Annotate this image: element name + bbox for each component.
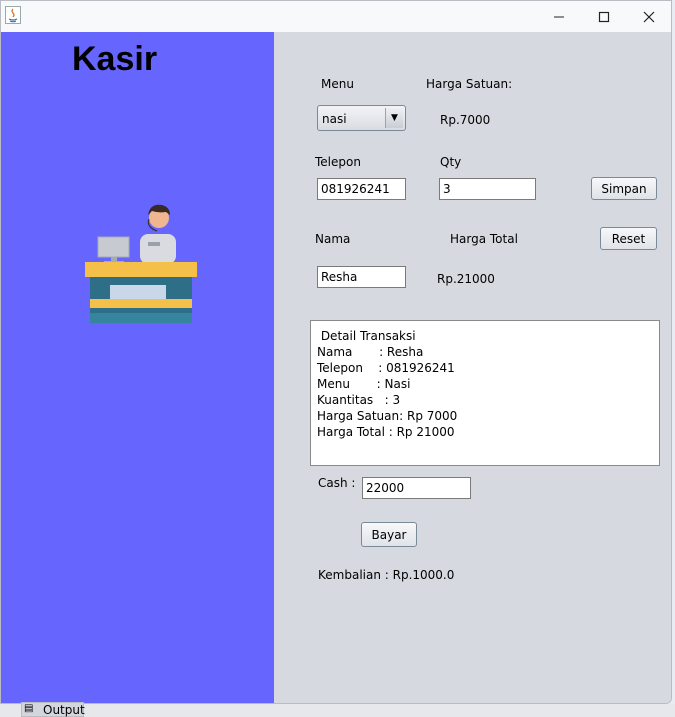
close-button[interactable] xyxy=(626,1,671,32)
app-title: Kasir xyxy=(72,40,158,78)
output-icon: ▤ xyxy=(24,703,34,714)
detail-line: Detail Transaksi xyxy=(317,329,416,343)
cash-input[interactable] xyxy=(362,477,471,499)
menu-select-value: nasi xyxy=(322,112,347,126)
telepon-input[interactable] xyxy=(317,178,406,200)
harga-satuan-value: Rp.7000 xyxy=(440,113,491,127)
detail-transaksi-textarea[interactable]: Detail Transaksi Nama : Resha Telepon : … xyxy=(310,320,660,466)
harga-satuan-label: Harga Satuan: xyxy=(426,77,513,91)
left-panel xyxy=(1,32,274,703)
detail-line: Harga Total : Rp 21000 xyxy=(317,425,455,439)
detail-line: Kuantitas : 3 xyxy=(317,393,401,407)
title-bar xyxy=(1,1,671,32)
simpan-button[interactable]: Simpan xyxy=(591,177,657,200)
qty-label: Qty xyxy=(440,155,462,169)
minimize-icon xyxy=(554,16,564,17)
detail-line: Telepon : 081926241 xyxy=(317,361,455,375)
harga-total-value: Rp.21000 xyxy=(437,272,495,286)
bayar-button[interactable]: Bayar xyxy=(361,522,417,547)
nama-label: Nama xyxy=(315,232,351,246)
menu-label: Menu xyxy=(321,77,354,91)
kembalian-text: Kembalian : Rp.1000.0 xyxy=(318,568,455,582)
detail-line: Harga Satuan: Rp 7000 xyxy=(317,409,458,423)
cashier-illustration xyxy=(85,204,197,323)
ide-status-strip xyxy=(0,704,675,717)
reset-button[interactable]: Reset xyxy=(600,227,657,250)
cash-label: Cash : xyxy=(318,476,356,490)
output-tab[interactable]: ▤ Output xyxy=(21,702,85,717)
detail-line: Nama : Resha xyxy=(317,345,424,359)
close-icon xyxy=(643,11,655,22)
dropdown-arrow-icon[interactable]: ▼ xyxy=(385,108,403,128)
menu-select[interactable]: nasi ▼ xyxy=(317,105,406,131)
maximize-icon xyxy=(598,11,610,22)
qty-input[interactable] xyxy=(439,178,536,200)
detail-line: Menu : Nasi xyxy=(317,377,411,391)
maximize-button[interactable] xyxy=(581,1,627,32)
java-icon xyxy=(5,6,21,24)
harga-total-label: Harga Total xyxy=(450,232,518,246)
minimize-button[interactable] xyxy=(536,1,582,32)
output-tab-label: Output xyxy=(43,703,85,717)
nama-input[interactable] xyxy=(317,266,406,288)
telepon-label: Telepon xyxy=(315,155,361,169)
